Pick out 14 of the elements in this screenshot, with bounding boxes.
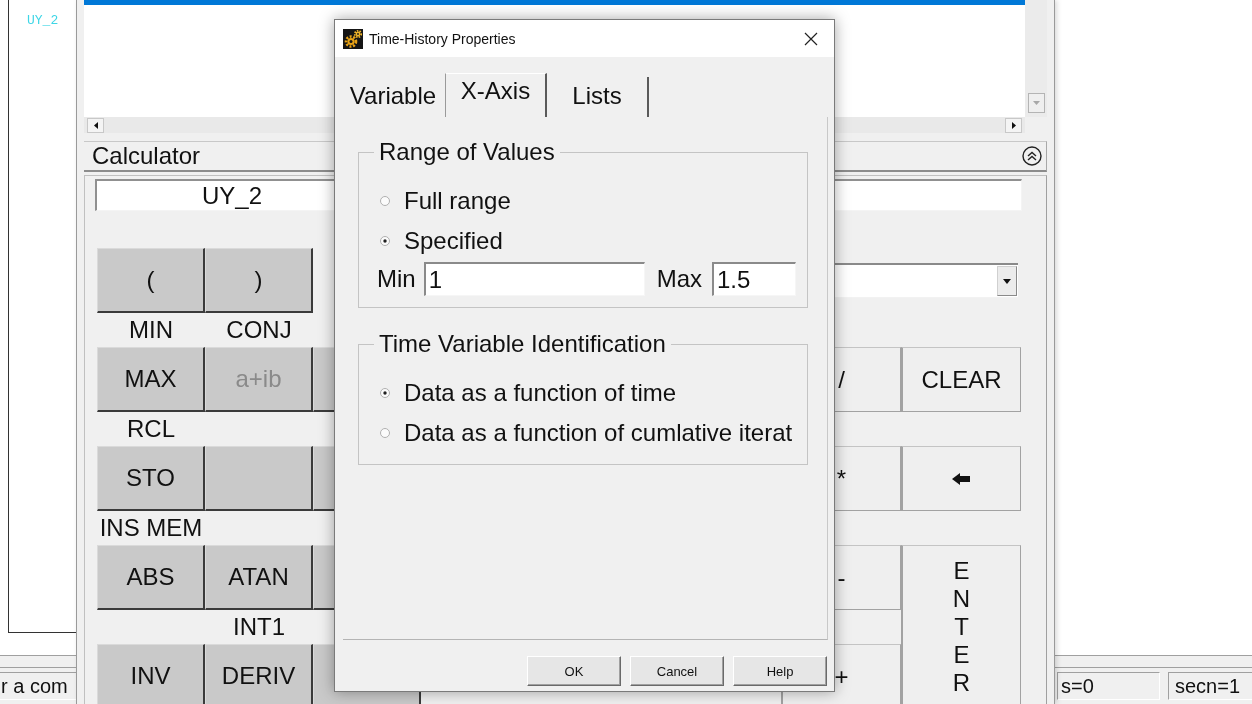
shift-label: MIN	[128, 315, 174, 345]
status-field: s=0	[1057, 672, 1160, 700]
status-field: secn=1	[1168, 672, 1252, 700]
field-label: Min	[377, 265, 416, 293]
group-title: Range of Values	[378, 139, 556, 165]
shift-label: INT1	[232, 612, 286, 642]
group-title: Time Variable Identification	[378, 331, 667, 357]
field-label: Max	[656, 265, 702, 293]
shift-label: INS MEM	[98, 513, 204, 543]
panel-title: Calculator	[92, 142, 201, 170]
curve-label: UY_2	[27, 13, 59, 28]
shift-label: CONJ	[225, 315, 293, 345]
shift-label: RCL	[126, 414, 176, 444]
dialog-title: Time-History Properties	[369, 30, 516, 47]
